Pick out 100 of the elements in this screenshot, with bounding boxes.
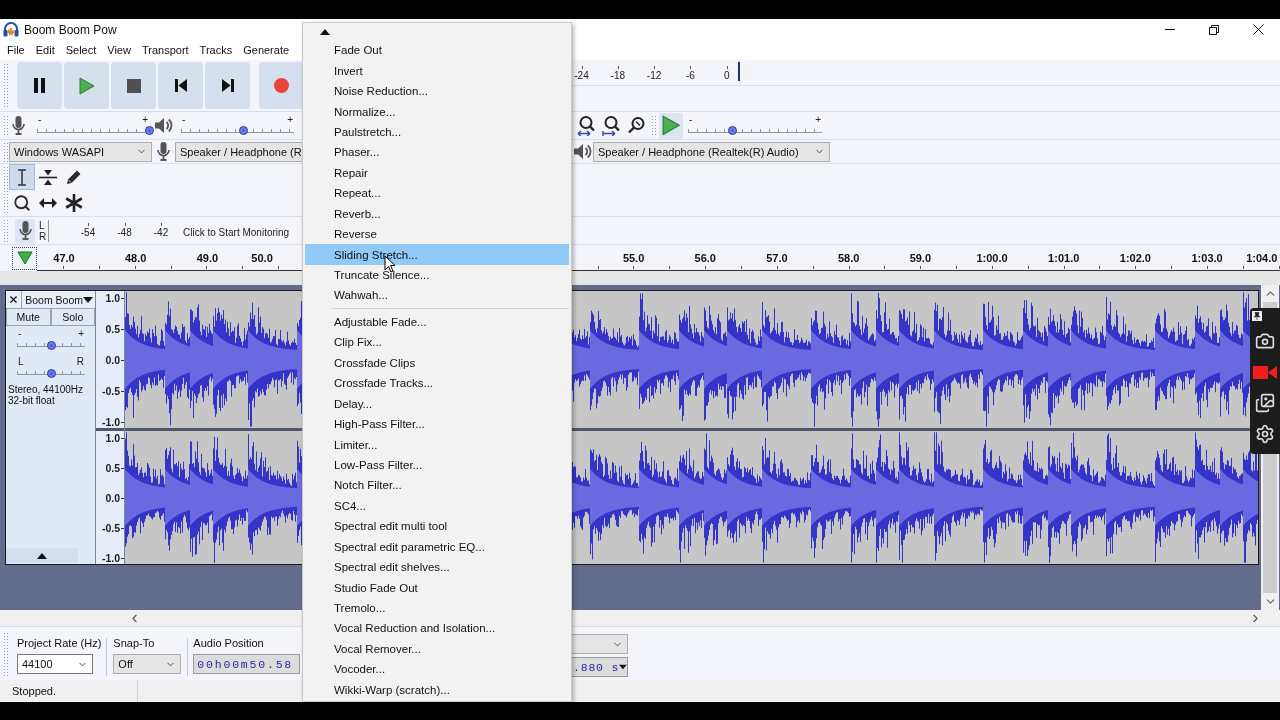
meter-tick-label: 0 — [717, 66, 736, 81]
settings-icon — [1255, 424, 1275, 444]
microphone-icon — [18, 221, 32, 240]
menu-item[interactable]: Wikki-Warp (scratch)... — [305, 679, 569, 700]
skip-to-start-icon — [174, 79, 187, 92]
menu-item[interactable]: Tremolo... — [305, 597, 569, 619]
menu-item[interactable]: File — [3, 41, 29, 59]
recording-device-dropdown[interactable]: Speaker / Headphone (R — [175, 141, 302, 162]
menu-item[interactable]: Low-Pass Filter... — [305, 454, 569, 476]
speaker-icon — [573, 143, 592, 160]
audio-position-field[interactable]: 00h00m50.58 — [193, 654, 301, 674]
slider-thumb[interactable] — [727, 126, 737, 135]
close-icon — [8, 294, 20, 305]
pause-button[interactable] — [17, 62, 62, 109]
menu-item[interactable]: Noise Reduction... — [305, 80, 569, 102]
gallery-button[interactable] — [1253, 392, 1277, 414]
menu-item[interactable]: Crossfade Clips — [305, 352, 569, 373]
menu-item[interactable]: Truncate Silence... — [305, 264, 569, 286]
zoom-toggle-icon — [627, 116, 646, 135]
i-beam-icon — [17, 168, 27, 186]
timeline-options-button[interactable] — [12, 246, 37, 270]
menu-item[interactable]: Delay... — [305, 393, 569, 414]
playback-device-dropdown[interactable]: Speaker / Headphone (Realtek(R) Audio) — [593, 141, 830, 162]
project-rate-dropdown[interactable]: 44100 — [17, 654, 93, 674]
menu-item[interactable]: Repeat... — [305, 183, 569, 204]
menu-item[interactable]: Repair — [305, 162, 569, 184]
caret-up-icon — [37, 552, 47, 559]
scale-label: 0.5 — [96, 462, 124, 474]
slider-thumb[interactable] — [144, 126, 154, 135]
menu-item[interactable]: Vocal Reduction and Isolation... — [305, 618, 569, 639]
track-toggle-button[interactable]: Solo — [50, 309, 95, 326]
ruler-label: 1:04.0 — [1245, 251, 1279, 266]
track-name-menu[interactable]: Boom Boom — [22, 291, 95, 308]
images-icon — [1255, 393, 1275, 413]
slider-thumb[interactable] — [238, 126, 248, 135]
slider-thumb[interactable] — [46, 368, 56, 378]
stop-button[interactable] — [111, 62, 156, 109]
menu-item[interactable]: Normalize... — [305, 101, 569, 122]
menu-item[interactable]: Sliding Stretch... — [305, 244, 569, 265]
menu-item[interactable]: Paulstretch... — [305, 121, 569, 143]
caret-down-icon — [83, 296, 93, 303]
double-arrow-icon — [39, 197, 57, 209]
zoom-fit-icon — [601, 115, 622, 136]
ruler-label: 55.0 — [621, 251, 646, 266]
field-label: Project Rate (Hz) — [17, 637, 102, 649]
track-toggle-button[interactable]: Mute — [6, 309, 51, 326]
menu-item[interactable]: Invert — [305, 60, 569, 81]
selection-time-field[interactable]: .880 s — [572, 657, 628, 677]
collapse-track-button[interactable] — [6, 548, 78, 563]
ruler-label: 50.0 — [250, 251, 274, 266]
toolbar-grip[interactable] — [3, 166, 8, 214]
slider-thumb[interactable] — [46, 340, 56, 350]
pan-slider[interactable] — [17, 371, 85, 375]
menu-item[interactable]: Vocal Remover... — [305, 638, 569, 660]
menu-item[interactable]: Wahwah... — [305, 285, 569, 306]
menu-item[interactable]: Notch Filter... — [305, 475, 569, 496]
toolbar-grip[interactable] — [651, 114, 656, 137]
selection-tool-button[interactable] — [9, 164, 35, 190]
pin-icon[interactable] — [1252, 311, 1262, 321]
menu-item[interactable]: Select — [61, 41, 101, 59]
skip-to-end-button[interactable] — [205, 62, 250, 109]
slider-min-label: - — [689, 113, 693, 125]
menu-item[interactable]: SC4... — [305, 495, 569, 517]
record-button[interactable] — [259, 62, 302, 109]
menu-item[interactable]: Limiter... — [305, 434, 569, 455]
menu-item[interactable]: Studio Fade Out — [305, 577, 569, 598]
stop-icon — [126, 78, 141, 93]
menu-item[interactable]: Reverse — [305, 223, 569, 245]
menu-item[interactable]: Vocoder... — [305, 659, 569, 680]
menu-item[interactable]: High-Pass Filter... — [305, 413, 569, 435]
ruler-label: 1:02.0 — [1118, 251, 1152, 266]
menu-item[interactable]: Phaser... — [305, 142, 569, 163]
snap-to-dropdown[interactable]: Off — [113, 654, 182, 674]
menu-item[interactable]: Edit — [31, 41, 59, 59]
menu-item[interactable]: Fade Out — [305, 40, 569, 61]
menu-item[interactable]: Tracks — [195, 41, 237, 59]
audio-host-dropdown[interactable]: Windows WASAPI — [9, 141, 152, 162]
menu-item[interactable]: Crossfade Tracks... — [305, 373, 569, 394]
monitoring-hint[interactable]: Click to Start Monitoring — [183, 223, 290, 238]
skip-to-start-button[interactable] — [158, 62, 203, 109]
minimize-icon — [1165, 29, 1175, 30]
zoom-fit-icon — [576, 115, 597, 136]
menu-item[interactable]: Transport — [137, 41, 193, 59]
ruler-label: 1:00.0 — [975, 251, 1009, 266]
menu-item[interactable]: Adjustable Fade... — [305, 311, 569, 333]
menu-item[interactable]: View — [103, 41, 135, 59]
track-info: 32-bit float — [7, 395, 56, 406]
menu-item[interactable]: Reverb... — [305, 203, 569, 224]
menu-item[interactable]: Spectral edit shelves... — [305, 556, 569, 578]
menu-item[interactable]: Spectral edit multi tool — [305, 516, 569, 537]
menu-item[interactable]: Spectral edit parametric EQ... — [305, 536, 569, 557]
pencil-icon — [66, 169, 82, 185]
menu-item[interactable]: Generate — [239, 41, 294, 59]
menu-item[interactable]: Clip Fix... — [305, 332, 569, 353]
record-meter-button[interactable] — [15, 218, 35, 243]
record-icon — [274, 78, 289, 93]
toolbar-grip[interactable] — [3, 141, 8, 162]
speaker-icon — [154, 117, 173, 134]
play-at-speed-button[interactable] — [659, 112, 683, 139]
gain-slider[interactable] — [17, 343, 85, 347]
